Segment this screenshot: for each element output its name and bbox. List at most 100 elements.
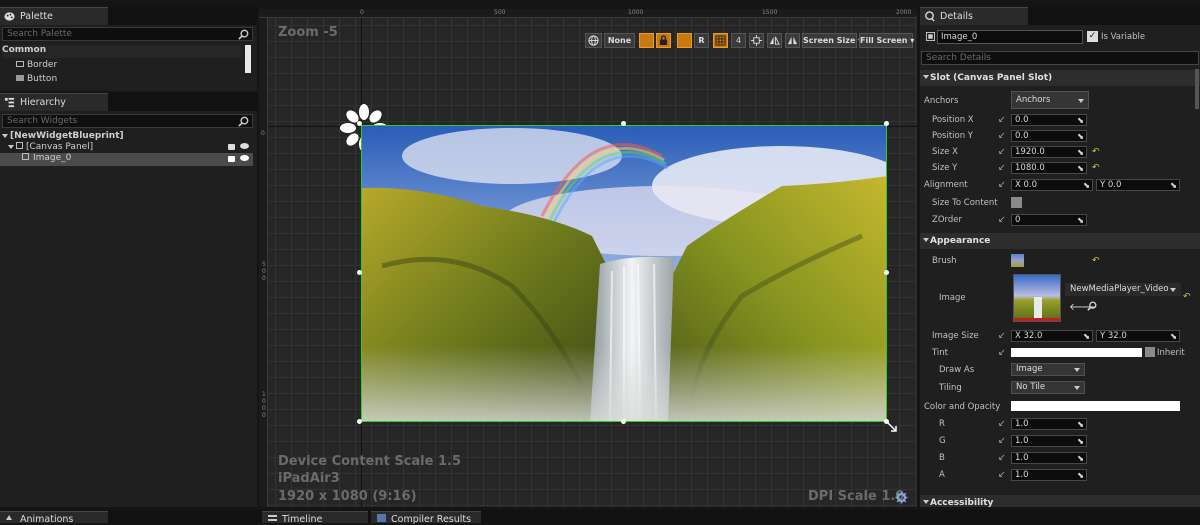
reset-to-default-icon[interactable]: ↶ [1092,164,1100,173]
reset-to-default-icon[interactable]: ↶ [1092,257,1100,266]
color-g-label: G [939,436,946,446]
tab-timeline[interactable]: Timeline [262,511,368,525]
drag-arrow-icon: ⬊ [1077,420,1085,430]
palette-item-button[interactable]: Button [16,74,57,87]
collapse-arrow-icon [923,75,929,79]
bind-icon[interactable]: ↙ [998,181,1006,190]
tab-compiler-results[interactable]: Compiler Results [371,511,481,525]
fill-screen-dropdown[interactable]: Fill Screen ▾ [859,33,914,48]
screen-size-dropdown[interactable]: Screen Size ▾ [802,33,862,48]
tint-color-swatch[interactable] [1011,348,1142,357]
anchors-dropdown[interactable]: Anchors [1011,91,1089,109]
image-asset-thumbnail[interactable] [1013,274,1061,322]
globe-button[interactable] [585,33,602,48]
lock-button[interactable] [656,33,671,48]
tree-item-image-0[interactable]: Image_0 [0,153,253,166]
color-b-input[interactable]: 1.0 ⬊ [1011,452,1087,464]
size-x-input[interactable]: 1920.0 ⬊ [1011,146,1087,158]
bind-icon[interactable]: ↙ [998,471,1006,480]
size-x-label: Size X [932,147,958,157]
image-size-x-input[interactable]: X 32.0 ⬊ [1011,330,1093,342]
image-size-y-input[interactable]: Y 32.0 ⬊ [1096,330,1180,342]
tab-details[interactable]: Details [920,7,1028,25]
bind-icon[interactable]: ↙ [998,216,1006,225]
zorder-input[interactable]: 0 ⬊ [1011,214,1087,226]
slot-section-header[interactable]: Slot (Canvas Panel Slot) [920,70,1200,86]
bottom-tabbar [0,510,1200,523]
bind-icon[interactable]: ↙ [998,349,1006,358]
size-y-input[interactable]: 1080.0 ⬊ [1011,162,1087,174]
fit-button[interactable] [749,33,764,48]
tab-palette[interactable]: Palette [0,7,108,25]
designer-viewport[interactable]: 0 500 1000 1500 2000 0 5 0 0 1 0 0 0 Zoo… [259,9,917,507]
resize-handle-n[interactable] [621,121,626,126]
size-to-content-checkbox[interactable] [1011,197,1022,208]
bind-icon[interactable]: ↙ [998,116,1006,125]
color-r-input[interactable]: 1.0 ⬊ [1011,418,1087,430]
bind-icon[interactable]: ↙ [998,148,1006,157]
browse-search-icon[interactable] [1087,301,1097,311]
grid-size-button[interactable]: 4 [731,33,746,48]
resize-handle-nw[interactable] [357,121,362,126]
is-variable-label: Is Variable [1101,32,1146,42]
resize-handle-sw[interactable] [357,419,362,424]
inherit-checkbox[interactable] [1145,347,1155,357]
resize-handle-e[interactable] [884,270,889,275]
respect-locks-button[interactable]: R [694,33,709,48]
resize-handle-ne[interactable] [884,121,889,126]
grid-snap-button[interactable] [639,33,654,48]
reset-to-default-icon[interactable]: ↶ [1183,293,1191,302]
image-label: Image [939,293,966,303]
bind-icon[interactable]: ↙ [998,132,1006,141]
details-search-input[interactable]: Search Details [921,51,1199,65]
bind-icon[interactable]: ↙ [998,454,1006,463]
draw-as-dropdown[interactable]: Image [1011,363,1085,376]
color-g-input[interactable]: 1.0 ⬊ [1011,435,1087,447]
tiling-dropdown[interactable]: No Tile [1011,381,1085,394]
dpi-settings-gear-icon[interactable] [895,491,908,504]
widget-name-input[interactable]: Image_0 [937,30,1083,44]
canvas-lock-icon[interactable] [228,144,235,150]
is-variable-checkbox[interactable]: ✓ [1087,31,1098,42]
palette-item-border[interactable]: Border [16,60,57,73]
alignment-x-input[interactable]: X 0.0 ⬊ [1011,179,1093,191]
tab-animations[interactable]: Animations [0,511,108,525]
resize-handle-w[interactable] [357,270,362,275]
bind-icon[interactable]: ↙ [998,437,1006,446]
flip-button[interactable] [785,33,800,48]
bind-icon[interactable]: ↙ [998,164,1006,173]
lock-icon [659,35,668,45]
ruler-label: 1500 [762,9,778,16]
hierarchy-search-input[interactable]: Search Widgets [2,114,253,128]
resize-arrow-icon[interactable] [887,422,897,432]
bind-icon[interactable]: ↙ [998,420,1006,429]
transform-button[interactable] [677,33,692,48]
palette-scrollbar[interactable] [245,45,251,73]
image-widget-preview[interactable] [361,125,887,422]
fit-icon [751,35,762,46]
grid-toggle-button[interactable] [713,33,728,48]
drag-arrow-icon: ⬊ [1083,332,1091,342]
image-asset-dropdown[interactable]: NewMediaPlayer_Video [1065,283,1181,296]
appearance-section-header[interactable]: Appearance [920,233,1200,249]
ruler-left: 0 5 0 0 1 0 0 0 [259,18,268,507]
color-opacity-swatch[interactable] [1011,401,1180,411]
alignment-y-input[interactable]: Y 0.0 ⬊ [1096,179,1180,191]
image-lock-icon[interactable] [228,156,235,162]
position-x-input[interactable]: 0.0 ⬊ [1011,114,1087,126]
resize-handle-s[interactable] [621,419,626,424]
image-visibility-icon[interactable] [240,155,249,161]
accessibility-section-header[interactable]: Accessibility [920,495,1200,507]
expand-arrow-icon [8,145,14,149]
bind-icon[interactable]: ↙ [998,332,1006,341]
details-scrollbar[interactable] [1195,69,1199,109]
localization-preview-dropdown[interactable]: None [604,33,635,48]
reset-to-default-icon[interactable]: ↶ [1092,148,1100,157]
palette-search-input[interactable]: Search Palette [2,27,253,41]
palette-category-common[interactable]: Common [2,45,242,58]
orientation-button[interactable] [767,33,782,48]
position-y-input[interactable]: 0.0 ⬊ [1011,130,1087,142]
canvas-visibility-icon[interactable] [240,143,249,149]
tab-hierarchy[interactable]: Hierarchy [0,93,108,111]
color-a-input[interactable]: 1.0 ⬊ [1011,469,1087,481]
